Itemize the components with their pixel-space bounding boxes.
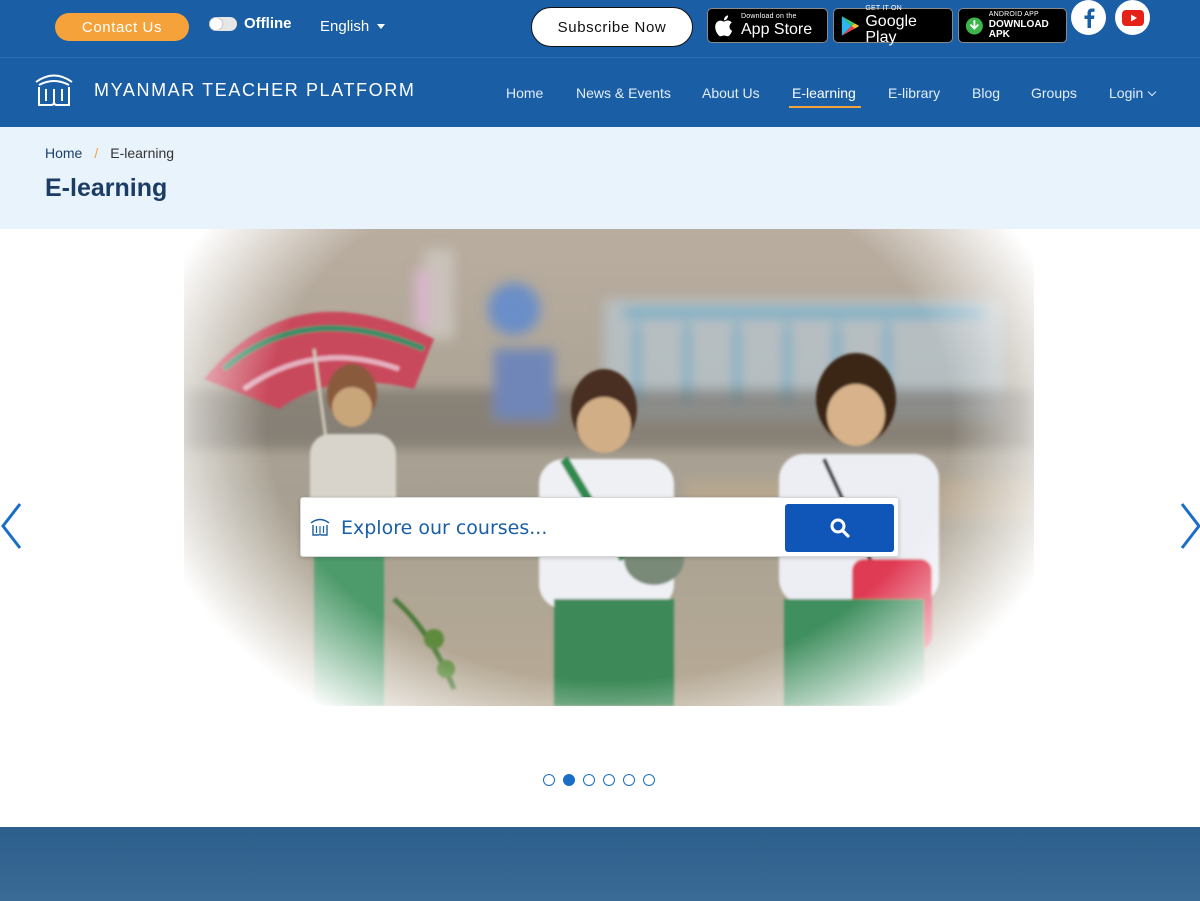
breadcrumb-home[interactable]: Home [45, 145, 82, 161]
nav-blog[interactable]: Blog [972, 85, 1000, 101]
breadcrumb: Home / E-learning [45, 145, 174, 161]
google-play-small: GET IT ON [865, 5, 902, 12]
book-logo-icon [35, 74, 73, 106]
main-navbar: MYANMAR TEACHER PLATFORM Home News & Eve… [0, 57, 1200, 127]
google-play-badge[interactable]: GET IT ON Google Play [833, 5, 953, 46]
top-utility-bar: Contact Us Offline English Subscribe Now… [0, 0, 1200, 57]
page-header-band: Home / E-learning E-learning [0, 127, 1200, 229]
facebook-link[interactable] [1071, 0, 1106, 35]
nav-about-us[interactable]: About Us [702, 85, 760, 101]
apk-small: ANDROID APP [988, 11, 1039, 18]
apk-big: DOWNLOAD APK [988, 19, 1049, 40]
hero-photo-illustration [184, 229, 1034, 706]
chevron-down-icon [1148, 87, 1157, 97]
carousel-dot-1[interactable] [543, 774, 555, 786]
offline-label: Offline [244, 15, 292, 32]
carousel-dot-3[interactable] [583, 774, 595, 786]
google-play-icon [841, 15, 859, 36]
nav-e-learning[interactable]: E-learning [792, 85, 856, 101]
facebook-icon [1084, 8, 1095, 28]
contact-us-button[interactable]: Contact Us [55, 13, 189, 41]
nav-login[interactable]: Login [1109, 85, 1157, 101]
carousel-dot-5[interactable] [623, 774, 635, 786]
download-apk-badge[interactable]: ANDROID APP DOWNLOAD APK [958, 8, 1067, 43]
breadcrumb-separator: / [94, 145, 99, 161]
active-nav-underline [789, 106, 861, 108]
carousel-dot-2[interactable] [563, 774, 575, 786]
carousel-next-button[interactable] [1178, 501, 1200, 551]
carousel-dot-4[interactable] [603, 774, 615, 786]
app-store-small: Download on the [741, 13, 797, 20]
course-search-box [300, 497, 899, 557]
site-logo[interactable]: MYANMAR TEACHER PLATFORM [34, 71, 415, 109]
google-play-big: Google Play [865, 13, 917, 46]
youtube-link[interactable] [1115, 0, 1150, 35]
search-button[interactable] [785, 504, 894, 552]
search-icon [830, 518, 850, 538]
hero-carousel [0, 229, 1200, 827]
page-title: E-learning [45, 174, 168, 202]
caret-down-icon [377, 24, 386, 29]
hero-photo-students [184, 229, 1034, 706]
book-icon [310, 518, 330, 536]
apple-icon [715, 14, 733, 36]
next-section-band [0, 827, 1200, 901]
youtube-icon [1121, 9, 1144, 26]
breadcrumb-current: E-learning [110, 145, 175, 161]
chevron-left-icon [1, 503, 22, 549]
nav-home[interactable]: Home [506, 85, 543, 101]
app-store-badge[interactable]: Download on the App Store [707, 8, 828, 43]
language-dropdown[interactable]: English [320, 18, 386, 35]
download-icon [965, 16, 983, 35]
toggle-knob [210, 18, 222, 30]
subscribe-button[interactable]: Subscribe Now [531, 7, 693, 47]
carousel-dot-6[interactable] [643, 774, 655, 786]
nav-e-library[interactable]: E-library [888, 85, 940, 101]
nav-login-label: Login [1109, 85, 1144, 101]
carousel-indicators [543, 774, 655, 786]
course-search-input[interactable] [341, 506, 781, 550]
nav-groups[interactable]: Groups [1031, 85, 1077, 101]
app-store-big: App Store [741, 21, 813, 38]
brand-name: MYANMAR TEACHER PLATFORM [94, 79, 416, 100]
language-label: English [320, 18, 370, 35]
chevron-right-icon [1180, 503, 1200, 549]
carousel-prev-button[interactable] [0, 501, 24, 551]
offline-toggle[interactable] [209, 17, 237, 31]
nav-news-events[interactable]: News & Events [576, 85, 671, 101]
